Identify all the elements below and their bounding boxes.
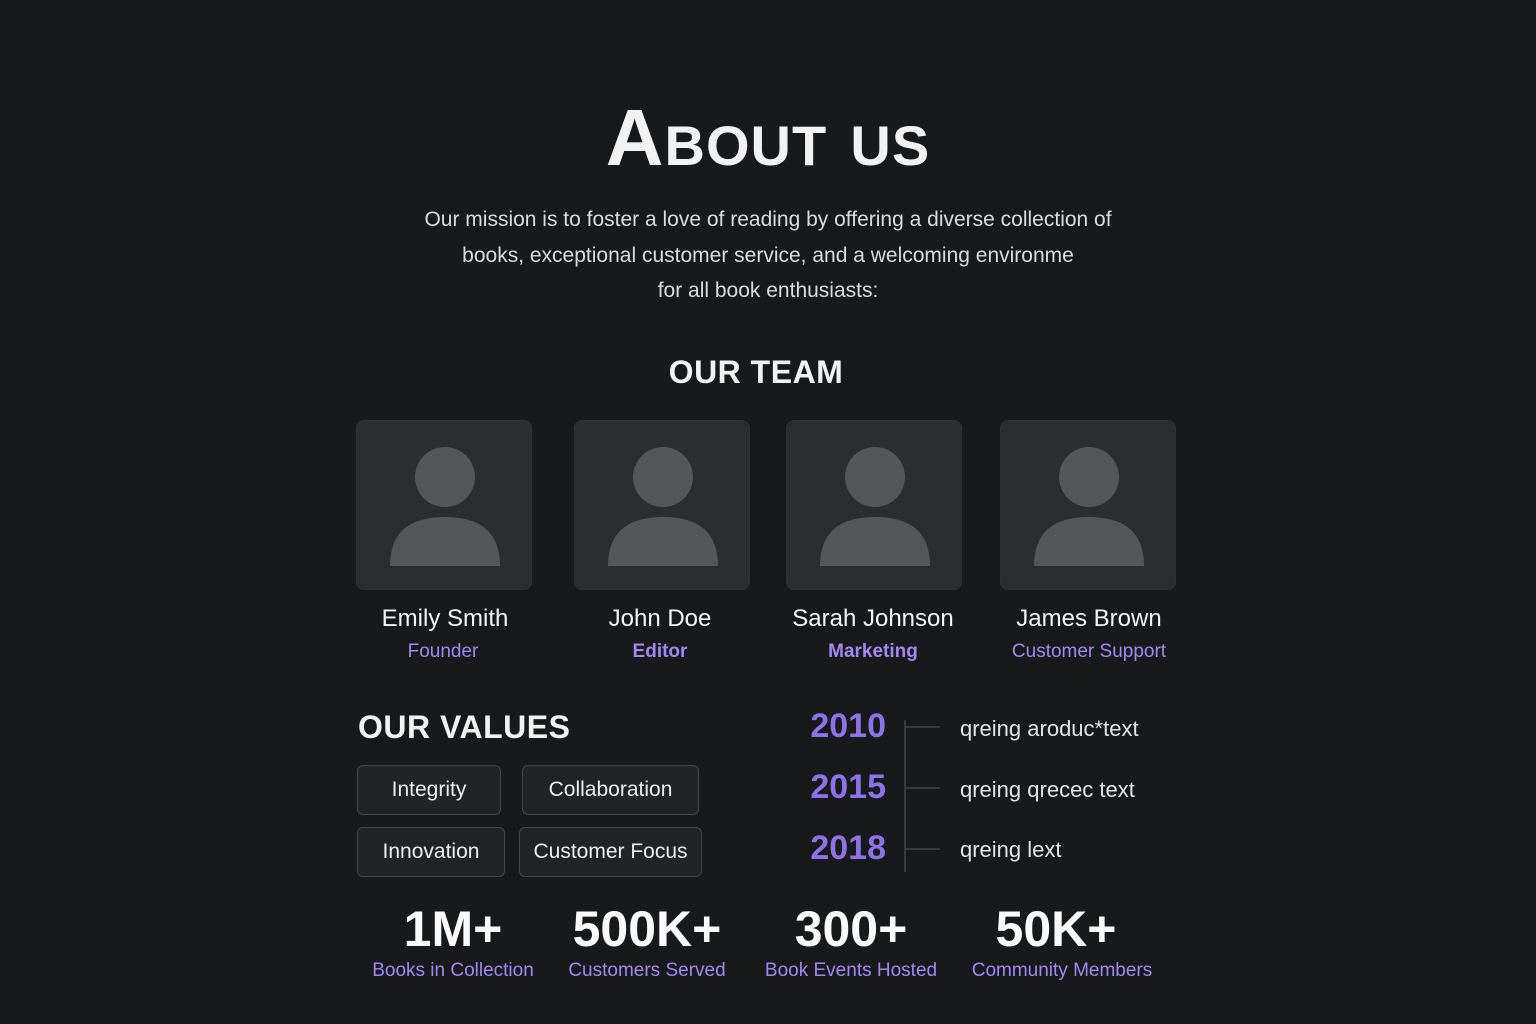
- timeline-year: 2010: [810, 707, 886, 745]
- user-placeholder-icon: [608, 447, 718, 566]
- user-placeholder-icon: [390, 447, 500, 566]
- timeline-tick: [905, 787, 940, 789]
- page-title: About us: [605, 93, 931, 182]
- avatar: [1000, 420, 1176, 590]
- value-chip-innovation[interactable]: Innovation: [357, 827, 505, 877]
- stat-value: 500K+: [572, 901, 722, 957]
- mission-line: books, exceptional customer service, and…: [462, 243, 1074, 267]
- mission-statement: Our mission is to foster a love of readi…: [368, 202, 1168, 309]
- timeline-text: qreing aroduc*text: [960, 716, 1139, 741]
- member-name: Emily Smith: [381, 605, 509, 632]
- member-role: Founder: [407, 641, 479, 662]
- stat-value: 300+: [794, 901, 908, 957]
- timeline-tick: [905, 726, 940, 728]
- stat-value: 50K+: [995, 901, 1117, 957]
- user-placeholder-icon: [1034, 447, 1144, 566]
- stat-label: Community Members: [971, 960, 1153, 981]
- value-chip-collaboration[interactable]: Collaboration: [522, 765, 699, 815]
- member-name: Sarah Johnson: [792, 605, 954, 632]
- value-chip-customer-focus[interactable]: Customer Focus: [519, 827, 702, 877]
- timeline-year: 2015: [810, 768, 886, 806]
- timeline-year: 2018: [810, 829, 886, 867]
- member-name: John Doe: [608, 605, 712, 632]
- team-heading: OUR TEAM: [668, 354, 844, 390]
- member-role: Editor: [632, 641, 688, 662]
- avatar: [786, 420, 962, 590]
- avatar: [574, 420, 750, 590]
- timeline-tick: [905, 848, 940, 850]
- values-heading: OUR VALUES: [358, 709, 571, 745]
- mission-line: for all book enthusiasts:: [657, 279, 879, 302]
- member-name: James Brown: [1016, 605, 1162, 632]
- avatar: [356, 420, 532, 590]
- stat-label: Book Events Hosted: [764, 960, 938, 981]
- stat-label: Customers Served: [568, 960, 726, 981]
- member-role: Customer Support: [1011, 641, 1167, 662]
- mission-line: Our mission is to foster a love of readi…: [424, 208, 1112, 231]
- member-role: Marketing: [828, 641, 918, 662]
- timeline-text: qreing qrecec text: [960, 777, 1135, 802]
- timeline-text: qreing lext: [960, 837, 1062, 862]
- user-placeholder-icon: [820, 447, 930, 566]
- value-chip-integrity[interactable]: Integrity: [357, 765, 501, 815]
